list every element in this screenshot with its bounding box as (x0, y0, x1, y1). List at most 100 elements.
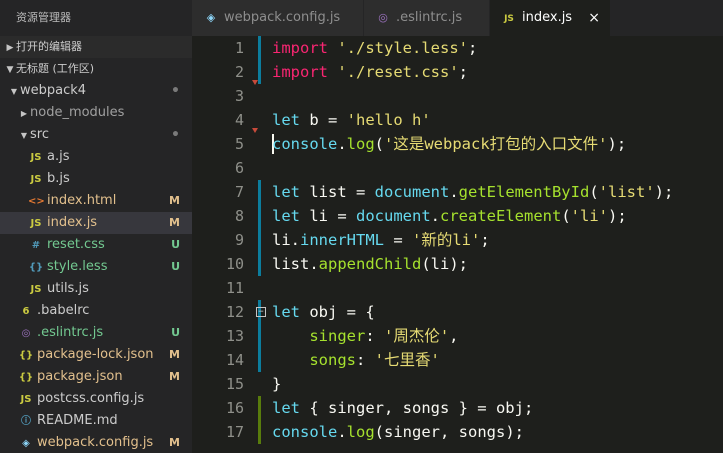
code-text: singer: '周杰伦', (272, 324, 459, 348)
tree-item-postcss-config-js[interactable]: JS postcss.config.js (0, 388, 192, 410)
code-line[interactable]: 7 let list = document.getElementById('lis… (192, 180, 723, 204)
deleted-lines-marker (252, 80, 258, 85)
tab-bar: ◈ webpack.config.js ◎ .eslintrc.js JS index… (192, 0, 723, 36)
code-token: = (384, 231, 413, 249)
tree-item-node-modules[interactable]: ▶ node_modules (0, 102, 192, 124)
code-text: import './style.less'; (272, 36, 477, 60)
code-line[interactable]: 15} (192, 372, 723, 396)
line-number: 17 (225, 423, 244, 441)
line-number: 9 (234, 231, 244, 249)
tree-item-webpack-config-js[interactable]: ◈ webpack.config.js M (0, 432, 192, 453)
code-editor[interactable]: 1 import './style.less'; 2 import './reset.… (192, 36, 723, 453)
code-token: import (272, 39, 328, 57)
git-change-indicator (258, 228, 261, 252)
fold-minus-icon[interactable]: − (256, 307, 266, 317)
vscode-window: 资源管理器 ▶ 打开的编辑器 ▼ 无标题 (工作区) ▼ webpack4 • ▶ node… (0, 0, 723, 453)
tree-item-readme-md[interactable]: ⓘ README.md (0, 410, 192, 432)
less-icon: {} (28, 262, 44, 273)
tree-item-index-html[interactable]: <> index.html M (0, 190, 192, 212)
tree-item-package-json[interactable]: {} package.json M (0, 366, 192, 388)
code-token: './style.less' (337, 39, 468, 57)
tree-item-label: node_modules (30, 105, 125, 120)
code-line[interactable]: 2 import './reset.css'; (192, 60, 723, 84)
code-line[interactable]: 11 (192, 276, 723, 300)
chevron-right-icon: ▶ (6, 43, 14, 53)
line-number: 2 (234, 63, 244, 81)
code-line[interactable]: 8 let li = document.createElement('li'); (192, 204, 723, 228)
tree-item-label: b.js (47, 171, 70, 186)
code-line[interactable]: 5 console.log('这是webpack打包的入口文件'); (192, 128, 723, 156)
code-token: document (374, 183, 450, 201)
code-line[interactable]: 6 (192, 156, 723, 180)
tree-item-reset-css[interactable]: # reset.css U (0, 234, 192, 256)
code-line[interactable]: 9 li.innerHTML = '新的li'; (192, 228, 723, 252)
code-line[interactable]: 16 let { singer, songs } = obj; (192, 396, 723, 420)
code-token: createElement (440, 207, 562, 225)
code-token: , (449, 327, 459, 345)
tree-item-style-less[interactable]: {} style.less U (0, 256, 192, 278)
json-icon: {} (18, 350, 34, 361)
code-token: (singer, songs); (374, 423, 524, 441)
eslint-icon: ◎ (378, 11, 388, 24)
code-text: let li = document.createElement('li'); (272, 204, 627, 228)
open-editors-section[interactable]: ▶ 打开的编辑器 (0, 36, 192, 58)
line-number: 10 (225, 255, 244, 273)
code-text: console.log('这是webpack打包的入口文件'); (272, 132, 626, 156)
tree-item-label: index.js (47, 215, 98, 230)
line-number: 12 (225, 303, 244, 321)
tree-item-b-js[interactable]: JS b.js (0, 168, 192, 190)
code-line[interactable]: 13 singer: '周杰伦', (192, 324, 723, 348)
open-editors-label: 打开的编辑器 (16, 40, 82, 53)
tree-item-utils-js[interactable]: JS utils.js (0, 278, 192, 300)
code-text: let list = document.getElementById('list… (272, 180, 673, 204)
tree-item-webpack4[interactable]: ▼ webpack4 • (0, 80, 192, 102)
code-token: . (337, 135, 347, 153)
code-token: innerHTML (300, 231, 385, 249)
code-token: obj = { (300, 303, 375, 321)
code-text: import './reset.css'; (272, 60, 468, 84)
code-token: songs (272, 351, 356, 369)
code-token: ( (374, 135, 385, 153)
workspace-section[interactable]: ▼ 无标题 (工作区) (0, 58, 192, 80)
line-number: 6 (234, 159, 244, 177)
tree-item-babelrc[interactable]: 6 .babelrc (0, 300, 192, 322)
tab-index-js[interactable]: JS index.js × (490, 0, 611, 36)
code-text: let { singer, songs } = obj; (272, 396, 533, 420)
tree-item-eslintrc-js[interactable]: ◎ .eslintrc.js U (0, 322, 192, 344)
code-token: . (309, 255, 319, 273)
close-icon[interactable]: × (588, 0, 600, 36)
line-number: 8 (234, 207, 244, 225)
code-line[interactable]: 1 import './style.less'; (192, 36, 723, 60)
line-number: 1 (234, 39, 244, 57)
tab-webpack-config[interactable]: ◈ webpack.config.js (192, 0, 364, 36)
code-text: let b = 'hello h' (272, 108, 431, 132)
code-line[interactable]: 3 (192, 80, 723, 108)
code-line[interactable]: 4 let b = 'hello h' (192, 108, 723, 132)
tree-item-index-js[interactable]: JS index.js M (0, 212, 192, 234)
code-token: '七里香' (374, 351, 440, 369)
tree-item-a-js[interactable]: JS a.js (0, 146, 192, 168)
git-change-indicator (258, 204, 261, 228)
code-token: '新的li' (412, 231, 481, 249)
code-line[interactable]: 17 console.log(singer, songs); (192, 420, 723, 444)
eslint-icon: ◎ (21, 328, 31, 339)
code-token: 'li' (570, 207, 608, 225)
tree-item-label: README.md (37, 413, 118, 428)
code-token: console (272, 135, 338, 153)
babel-icon: 6 (22, 306, 30, 317)
code-line[interactable]: 14 songs: '七里香' (192, 348, 723, 372)
tree-item-label: package.json (37, 369, 123, 384)
tab-eslintrc[interactable]: ◎ .eslintrc.js (364, 0, 490, 36)
tree-item-package-lock-json[interactable]: {} package-lock.json M (0, 344, 192, 366)
git-change-indicator (258, 348, 261, 372)
line-number: 3 (234, 87, 244, 105)
info-icon: ⓘ (21, 416, 31, 427)
tree-item-label: webpack4 (20, 83, 87, 98)
file-tree: ▼ webpack4 • ▶ node_modules ▼ src • JS a.js JS b.js… (0, 80, 192, 453)
code-line[interactable]: 10 list.appendChild(li); (192, 252, 723, 276)
code-token: list (272, 255, 310, 273)
tree-item-src[interactable]: ▼ src • (0, 124, 192, 146)
code-token: { singer, songs } = obj; (300, 399, 534, 417)
code-line[interactable]: 12 − let obj = { (192, 300, 723, 324)
